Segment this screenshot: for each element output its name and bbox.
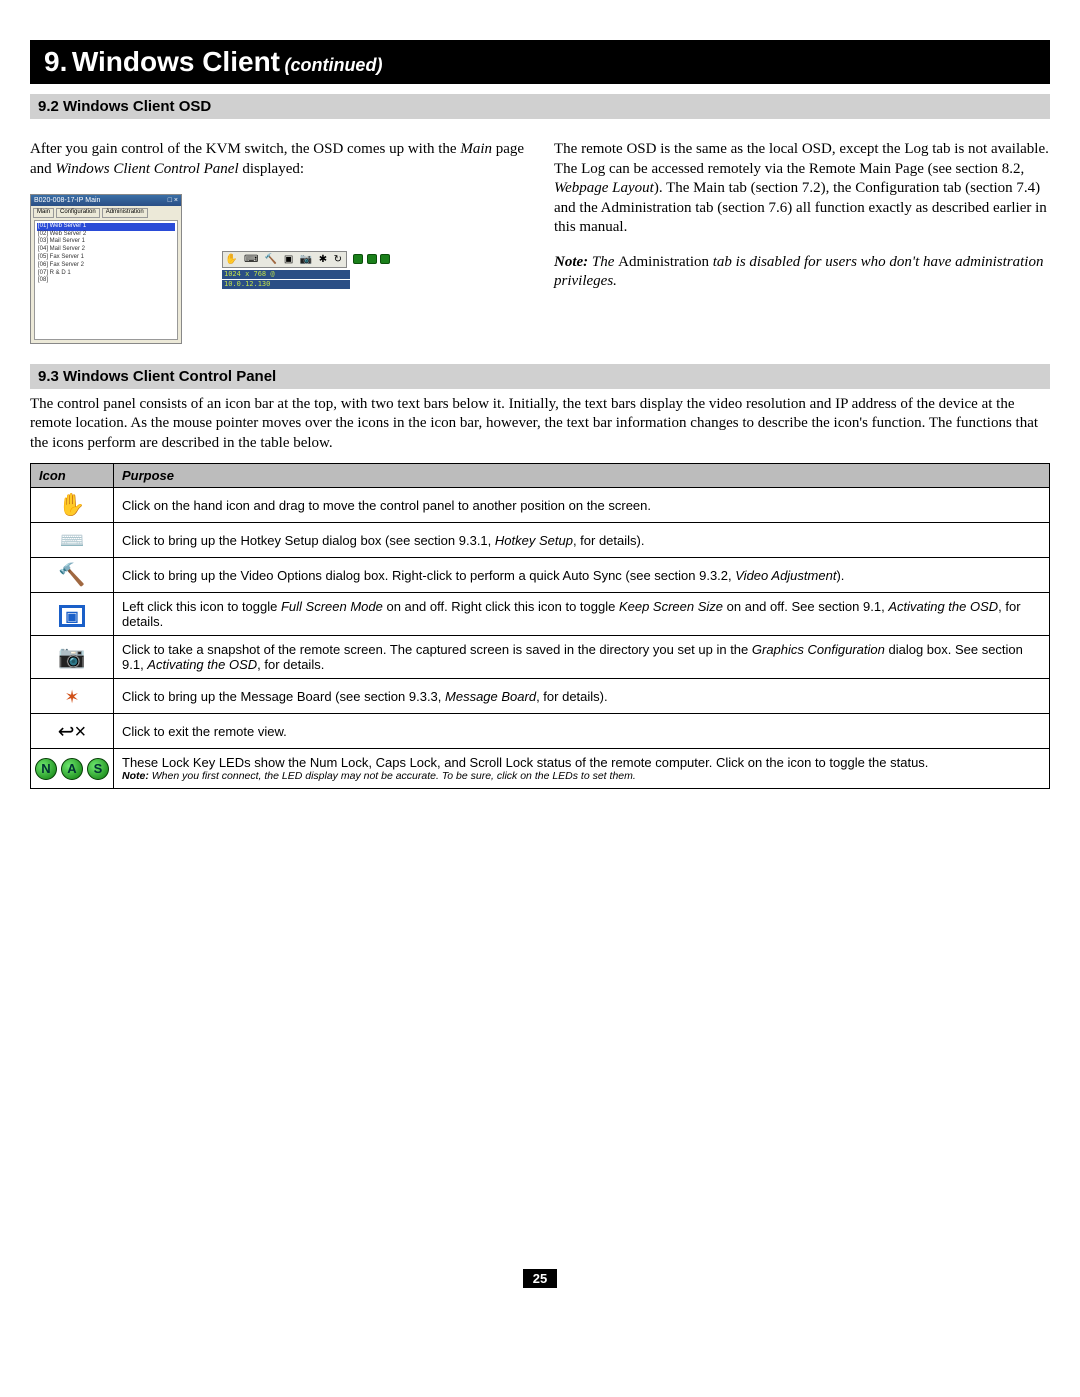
keyboard-icon: ⌨️	[60, 528, 85, 553]
mini-control-panel-mock: ✋ ⌨ 🔨 ▣ 📷 ✱ ↻ 1024 x 768 @ 10.0.12.130	[222, 249, 390, 289]
icon-cell: 🔨	[31, 558, 114, 593]
fullscreen-icon: ▣	[59, 605, 84, 627]
icon-cell: ▣	[31, 593, 114, 636]
osd-window-mock: B020-008-17-IP Main □ × Main Configurati…	[30, 194, 182, 344]
chapter-title: Windows Client	[72, 46, 280, 77]
section-92-heading: 9.2 Windows Client OSD	[30, 94, 1050, 119]
icon-cell: 📷	[31, 636, 114, 679]
osd-title: B020-008-17-IP Main	[34, 196, 100, 205]
sec92-right-paragraph: The remote OSD is the same as the local …	[554, 140, 1050, 238]
mini-iconstrip: ✋ ⌨ 🔨 ▣ 📷 ✱ ↻	[222, 251, 347, 268]
osd-tab-configuration: Configuration	[56, 208, 100, 218]
camera-icon: 📷	[58, 644, 85, 670]
purpose-cell: Left click this icon to toggle Full Scre…	[114, 593, 1050, 636]
osd-port-item: [05] Fax Server 1	[37, 254, 175, 262]
table-row: ✋ Click on the hand icon and drag to move…	[31, 488, 1050, 523]
purpose-cell: These Lock Key LEDs show the Num Lock, C…	[114, 749, 1050, 789]
icon-cell: ⌨️	[31, 523, 114, 558]
purpose-cell: Click to exit the remote view.	[114, 714, 1050, 749]
mini-ip-bar: 10.0.12.130	[222, 280, 350, 289]
hand-icon: ✋	[58, 492, 85, 518]
th-purpose: Purpose	[114, 464, 1050, 488]
exit-icon: ↩︎×	[58, 719, 86, 744]
mini-res-bar: 1024 x 768 @	[222, 270, 350, 279]
chapter-number: 9.	[44, 46, 67, 77]
lock-leds-icon: NAS	[35, 758, 109, 780]
table-row: NASThese Lock Key LEDs show the Num Lock…	[31, 749, 1050, 789]
led-indicator: N	[35, 758, 57, 780]
table-row: ↩︎× Click to exit the remote view.	[31, 714, 1050, 749]
osd-port-item: [02] Web Server 2	[37, 231, 175, 239]
table-row: ✶ Click to bring up the Message Board (se…	[31, 679, 1050, 714]
purpose-cell: Click to bring up the Hotkey Setup dialo…	[114, 523, 1050, 558]
osd-window-controls: □ ×	[168, 196, 178, 205]
icon-cell: ✋	[31, 488, 114, 523]
osd-port-item: [03] Mail Server 1	[37, 238, 175, 246]
osd-port-item: [06] Fax Server 2	[37, 262, 175, 270]
chapter-banner: 9. Windows Client (continued)	[30, 40, 1050, 84]
sec92-note: Note: The Administration tab is disabled…	[554, 253, 1050, 292]
table-row: 📷 Click to take a snapshot of the remote …	[31, 636, 1050, 679]
message-icon: ✶	[64, 687, 79, 708]
led-indicator: S	[87, 758, 109, 780]
page-number: 25	[523, 1269, 557, 1288]
purpose-cell: Click to take a snapshot of the remote s…	[114, 636, 1050, 679]
osd-port-item: [04] Mail Server 2	[37, 246, 175, 254]
mini-led	[380, 254, 390, 264]
sec92-left-paragraph: After you gain control of the KVM switch…	[30, 140, 526, 179]
table-row: ▣ Left click this icon to toggle Full Scr…	[31, 593, 1050, 636]
purpose-cell: Click on the hand icon and drag to move …	[114, 488, 1050, 523]
osd-port-item: [07] R & D 1	[37, 270, 175, 278]
osd-tab-administration: Administration	[102, 208, 148, 218]
section-93-heading: 9.3 Windows Client Control Panel	[30, 364, 1050, 389]
table-row: 🔨 Click to bring up the Video Options dia…	[31, 558, 1050, 593]
osd-tab-main: Main	[33, 208, 54, 218]
icon-cell: NAS	[31, 749, 114, 789]
mini-led	[367, 254, 377, 264]
purpose-cell: Click to bring up the Video Options dial…	[114, 558, 1050, 593]
osd-port-list: [01] Web Server 1 [02] Web Server 2 [03]…	[34, 220, 178, 340]
icon-cell: ✶	[31, 679, 114, 714]
control-panel-icon-table: Icon Purpose ✋ Click on the hand icon and…	[30, 463, 1050, 789]
icon-cell: ↩︎×	[31, 714, 114, 749]
osd-port-item: [01] Web Server 1	[37, 223, 175, 231]
hammer-icon: 🔨	[58, 562, 85, 588]
led-indicator: A	[61, 758, 83, 780]
table-row: ⌨️ Click to bring up the Hotkey Setup dia…	[31, 523, 1050, 558]
mini-led	[353, 254, 363, 264]
osd-port-item: [08]	[37, 277, 175, 285]
sec93-intro: The control panel consists of an icon ba…	[30, 395, 1050, 454]
th-icon: Icon	[31, 464, 114, 488]
purpose-cell: Click to bring up the Message Board (see…	[114, 679, 1050, 714]
chapter-suffix: (continued)	[284, 55, 382, 75]
